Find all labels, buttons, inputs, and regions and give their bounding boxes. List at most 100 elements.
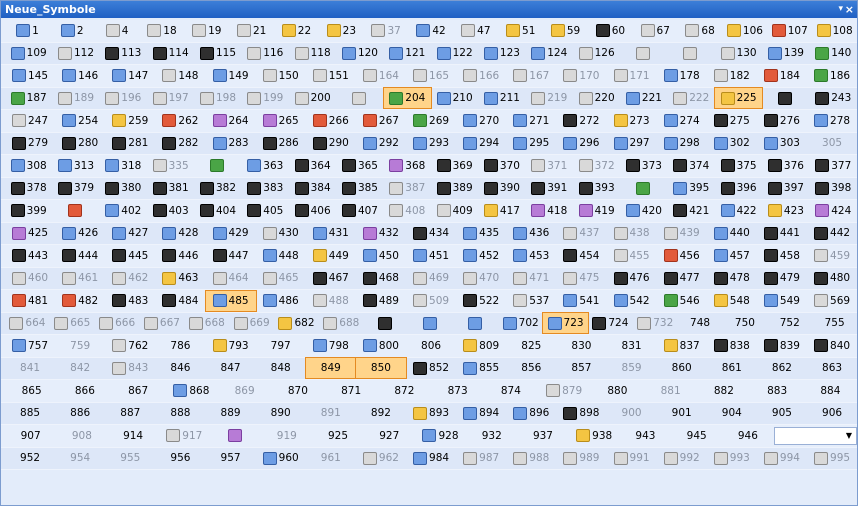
symbol-button[interactable]: 859 <box>607 358 657 378</box>
symbol-button[interactable]: 446 <box>155 246 205 266</box>
symbol-button[interactable]: 273 <box>607 111 657 131</box>
symbol-button[interactable]: 276 <box>757 111 807 131</box>
symbol-button[interactable]: 871 <box>325 381 378 401</box>
symbol-button[interactable]: 390 <box>478 178 525 198</box>
symbol-button[interactable]: 426 <box>55 223 105 243</box>
symbol-button[interactable]: 126 <box>573 43 620 63</box>
symbol-button[interactable]: 293 <box>406 133 456 153</box>
symbol-button[interactable]: 146 <box>55 66 105 86</box>
symbol-button[interactable]: 265 <box>256 111 306 131</box>
symbol-button[interactable]: 867 <box>112 381 165 401</box>
symbol-button[interactable]: 178 <box>657 66 707 86</box>
symbol-button[interactable]: 395 <box>668 178 715 198</box>
symbol-button[interactable]: 182 <box>707 66 757 86</box>
symbol-button[interactable]: 825 <box>506 336 556 356</box>
symbol-button[interactable]: 123 <box>478 43 525 63</box>
symbol-button[interactable]: 945 <box>671 426 722 446</box>
symbol-button[interactable]: 427 <box>105 223 155 243</box>
close-icon[interactable]: × <box>845 1 854 18</box>
symbol-button[interactable]: 391 <box>526 178 573 198</box>
symbol-button[interactable]: 479 <box>757 268 807 288</box>
symbol-button[interactable]: 954 <box>55 448 105 468</box>
symbol-button[interactable]: 147 <box>105 66 155 86</box>
symbol-button[interactable]: 458 <box>757 246 807 266</box>
dropdown-icon[interactable]: ▾ <box>838 1 843 18</box>
symbol-button[interactable]: 280 <box>55 133 105 153</box>
symbol-button[interactable]: 368 <box>384 156 431 176</box>
symbol-button[interactable]: 891 <box>306 403 356 423</box>
symbol-button[interactable]: 988 <box>506 448 556 468</box>
symbol-button[interactable]: 107 <box>767 21 812 41</box>
symbol-button[interactable]: 542 <box>607 291 657 311</box>
symbol-button[interactable]: 281 <box>105 133 155 153</box>
symbol-button[interactable]: 380 <box>100 178 147 198</box>
symbol-button[interactable]: 750 <box>723 313 768 333</box>
symbol-button[interactable]: 846 <box>155 358 205 378</box>
symbol-button[interactable]: 879 <box>538 381 591 401</box>
symbol-button[interactable] <box>453 313 498 333</box>
symbol-button[interactable]: 21 <box>229 21 274 41</box>
symbol-button[interactable]: 425 <box>5 223 55 243</box>
symbol-button[interactable]: 955 <box>105 448 155 468</box>
symbol-button[interactable]: 901 <box>657 403 707 423</box>
symbol-button[interactable]: 247 <box>5 111 55 131</box>
symbol-input[interactable]: ▼ <box>773 426 858 445</box>
symbol-button[interactable]: 956 <box>155 448 205 468</box>
symbol-button[interactable]: 373 <box>620 156 667 176</box>
symbol-button[interactable]: 932 <box>466 426 517 446</box>
symbol-button[interactable]: 873 <box>431 381 484 401</box>
symbol-button[interactable]: 546 <box>657 291 707 311</box>
symbol-button[interactable]: 888 <box>155 403 205 423</box>
symbol-button[interactable]: 482 <box>55 291 105 311</box>
symbol-button[interactable]: 960 <box>256 448 306 468</box>
symbol-button[interactable]: 431 <box>306 223 356 243</box>
symbol-button[interactable]: 130 <box>715 43 762 63</box>
symbol-button[interactable]: 919 <box>261 426 312 446</box>
symbol-button[interactable]: 481 <box>5 291 55 311</box>
symbol-button[interactable]: 422 <box>715 201 762 221</box>
symbol-button[interactable]: 222 <box>668 88 715 108</box>
symbol-button[interactable]: 927 <box>364 426 415 446</box>
symbol-button[interactable]: 841 <box>5 358 55 378</box>
symbol-button[interactable]: 995 <box>807 448 857 468</box>
symbol-button[interactable]: 477 <box>657 268 707 288</box>
symbol-button[interactable]: 855 <box>456 358 506 378</box>
symbol-button[interactable]: 313 <box>52 156 99 176</box>
symbol-button[interactable]: 456 <box>657 246 707 266</box>
symbol-button[interactable]: 453 <box>506 246 556 266</box>
symbol-button[interactable]: 298 <box>657 133 707 153</box>
symbol-button[interactable]: 211 <box>478 88 525 108</box>
symbol-button[interactable]: 509 <box>406 291 456 311</box>
symbol-button[interactable]: 270 <box>456 111 506 131</box>
symbol-button[interactable]: 937 <box>517 426 568 446</box>
symbol-button[interactable]: 1 <box>5 21 50 41</box>
symbol-button[interactable]: 666 <box>95 313 140 333</box>
symbol-button[interactable]: 682 <box>274 313 319 333</box>
symbol-button[interactable]: 883 <box>751 381 804 401</box>
symbol-button[interactable]: 19 <box>184 21 229 41</box>
symbol-button[interactable]: 430 <box>256 223 306 243</box>
symbol-button[interactable]: 925 <box>312 426 363 446</box>
symbol-button[interactable]: 914 <box>107 426 158 446</box>
symbol-button[interactable] <box>210 426 261 446</box>
symbol-button[interactable]: 108 <box>812 21 857 41</box>
symbol-button[interactable]: 889 <box>206 403 256 423</box>
symbol-button[interactable]: 23 <box>319 21 364 41</box>
symbol-button[interactable]: 375 <box>715 156 762 176</box>
symbol-button[interactable]: 397 <box>762 178 809 198</box>
symbol-button[interactable]: 752 <box>767 313 812 333</box>
symbol-button[interactable]: 880 <box>591 381 644 401</box>
symbol-button[interactable]: 403 <box>147 201 194 221</box>
symbol-button[interactable]: 424 <box>810 201 857 221</box>
symbol-button[interactable]: 848 <box>256 358 306 378</box>
symbol-button[interactable]: 837 <box>657 336 707 356</box>
symbol-button[interactable]: 894 <box>456 403 506 423</box>
symbol-button[interactable]: 451 <box>406 246 456 266</box>
symbol-button[interactable]: 483 <box>105 291 155 311</box>
symbol-button[interactable]: 463 <box>155 268 205 288</box>
symbol-button[interactable]: 439 <box>657 223 707 243</box>
symbol-button[interactable]: 365 <box>336 156 383 176</box>
symbol-button[interactable]: 113 <box>100 43 147 63</box>
symbol-button[interactable]: 849 <box>304 357 357 380</box>
symbol-button[interactable]: 184 <box>757 66 807 86</box>
